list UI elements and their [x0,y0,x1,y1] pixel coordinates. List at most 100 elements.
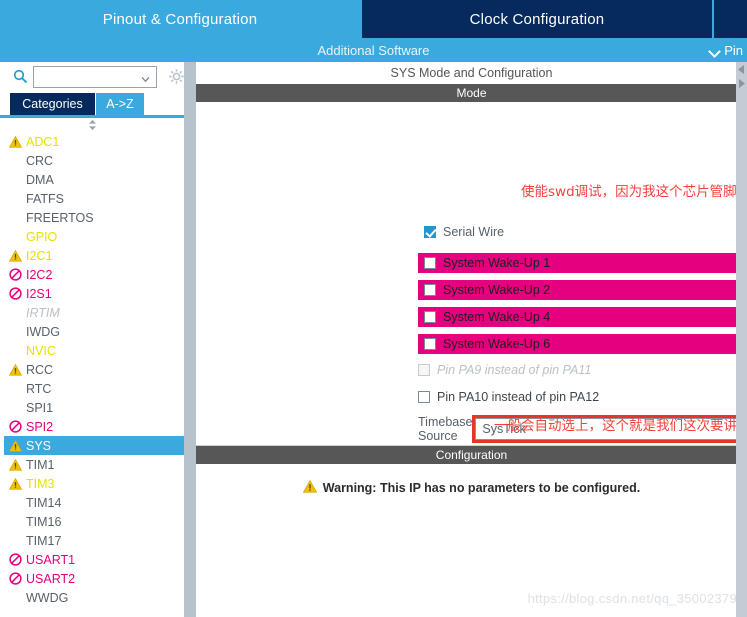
tab-clock-label: Clock Configuration [469,10,605,28]
system-wakeup-4-checkbox[interactable] [424,311,436,323]
configuration-section-header: Configuration [196,446,747,464]
sidebar-item-label: IRTIM [26,305,60,320]
configuration-section-body: Warning: This IP has no parameters to be… [196,464,747,617]
forbidden-icon [6,268,24,282]
tab-third-partial[interactable] [714,0,747,38]
sidebar-item-label: TIM3 [26,476,55,491]
gear-icon[interactable] [168,68,185,85]
sidebar-item-gpio[interactable]: GPIO [0,227,184,246]
pin-pa10-checkbox[interactable] [418,391,430,403]
warning-text: Warning: This IP has no parameters to be… [322,481,641,495]
pin-pa10-row[interactable]: Pin PA10 instead of pin PA12 [418,390,599,404]
sidebar-item-fatfs[interactable]: FATFS [0,189,184,208]
tab-a-to-z-label: A->Z [106,97,134,111]
main-tab-bar: Pinout & Configuration Clock Configurati… [0,0,747,38]
additional-software-button[interactable]: Additional Software [0,38,747,62]
sidebar-item-label: DMA [26,172,54,187]
system-wakeup-1-row[interactable]: System Wake-Up 1 [418,253,747,273]
annotation-top: 使能swd调试，因为我这个芯片管脚少，只支持swd调试 [521,184,747,200]
sidebar-item-sys[interactable]: SYS [0,436,184,455]
forbidden-icon [6,420,24,434]
sidebar-item-rtc[interactable]: RTC [0,379,184,398]
sidebar-item-tim1[interactable]: TIM1 [0,455,184,474]
serial-wire-row[interactable]: Serial Wire [424,225,504,239]
sidebar-item-tim14[interactable]: TIM14 [0,493,184,512]
no-icon [6,154,24,168]
system-wakeup-4-row[interactable]: System Wake-Up 4 [418,307,747,327]
scroll-down-icon[interactable] [737,78,746,89]
main-panel-scrollbar[interactable] [736,62,747,617]
sidebar-item-label: CRC [26,153,54,168]
system-wakeup-2-row[interactable]: System Wake-Up 2 [418,280,747,300]
category-tabs: Categories A->Z [0,93,190,115]
sidebar-item-label: I2S1 [26,286,52,301]
pin-pa9-label: Pin PA9 instead of pin PA11 [437,363,592,377]
sidebar-item-label: USART1 [26,552,76,567]
mode-section-header: Mode [196,84,747,102]
sort-updown-icon[interactable] [0,118,184,132]
sidebar-item-tim16[interactable]: TIM16 [0,512,184,531]
no-icon [6,306,24,320]
no-icon [6,230,24,244]
serial-wire-checkbox[interactable] [424,226,436,238]
sidebar-item-usart2[interactable]: USART2 [0,569,184,588]
sidebar-item-tim17[interactable]: TIM17 [0,531,184,550]
sidebar-item-spi2[interactable]: SPI2 [0,417,184,436]
system-wakeup-1-checkbox[interactable] [424,257,436,269]
warning-icon [6,477,24,491]
tab-categories[interactable]: Categories [10,93,95,115]
sidebar-item-i2c2[interactable]: I2C2 [0,265,184,284]
pin-pa10-label: Pin PA10 instead of pin PA12 [437,390,600,404]
tab-pinout-configuration[interactable]: Pinout & Configuration [0,0,360,38]
additional-software-label: Additional Software [317,42,430,58]
sidebar-item-label: NVIC [26,343,56,358]
panel-splitter[interactable] [184,62,196,617]
tab-a-to-z[interactable]: A->Z [96,93,144,115]
no-icon [6,382,24,396]
system-wakeup-2-label: System Wake-Up 2 [443,283,551,297]
system-wakeup-6-row[interactable]: System Wake-Up 6 [418,334,747,354]
tab-pinout-label: Pinout & Configuration [102,10,258,28]
sidebar-item-usart1[interactable]: USART1 [0,550,184,569]
sidebar-item-iwdg[interactable]: IWDG [0,322,184,341]
sidebar-left-edge [0,124,4,617]
pinout-view-label: Pin [724,42,743,58]
sidebar-item-crc[interactable]: CRC [0,151,184,170]
sidebar-item-label: SPI1 [26,400,54,415]
sidebar-item-nvic[interactable]: NVIC [0,341,184,360]
ip-sidebar: Categories A->Z ADC1 CRC DMA FATFS FREERTOS G… [0,62,190,617]
system-wakeup-6-label: System Wake-Up 6 [443,337,551,351]
sidebar-item-label: RTC [26,381,52,396]
chevron-down-icon [709,45,720,56]
sidebar-item-i2s1[interactable]: I2S1 [0,284,184,303]
sidebar-item-label: TIM14 [26,495,62,510]
sidebar-item-adc1[interactable]: ADC1 [0,132,184,151]
sidebar-item-label: TIM16 [26,514,62,529]
sidebar-item-label: TIM1 [26,457,55,472]
sidebar-item-label: WWDG [26,590,69,605]
system-wakeup-6-checkbox[interactable] [424,338,436,350]
sys-configuration-panel: SYS Mode and Configuration Mode Serial W… [196,62,747,617]
sidebar-item-freertos[interactable]: FREERTOS [0,208,184,227]
sidebar-item-label: USART2 [26,571,76,586]
tab-clock-configuration[interactable]: Clock Configuration [362,0,712,38]
sidebar-item-label: ADC1 [26,134,60,149]
sidebar-item-tim3[interactable]: TIM3 [0,474,184,493]
no-icon [6,534,24,548]
sidebar-item-spi1[interactable]: SPI1 [0,398,184,417]
no-icon [6,515,24,529]
sidebar-item-wwdg[interactable]: WWDG [0,588,184,607]
scroll-up-icon[interactable] [737,64,746,75]
pinout-view-toggle[interactable]: Pin [709,38,745,62]
sidebar-item-dma[interactable]: DMA [0,170,184,189]
configuration-section-label: Configuration [435,448,508,462]
sidebar-item-i2c1[interactable]: I2C1 [0,246,184,265]
sidebar-item-rcc[interactable]: RCC [0,360,184,379]
sidebar-item-label: SYS [26,438,52,453]
sidebar-item-irtim[interactable]: IRTIM [0,303,184,322]
search-input[interactable] [33,66,157,88]
splitter-grip[interactable] [186,340,194,370]
no-icon [6,344,24,358]
system-wakeup-2-checkbox[interactable] [424,284,436,296]
ip-list[interactable]: ADC1 CRC DMA FATFS FREERTOS GPIO I2C1 I2C2 I2S1 I… [0,118,185,617]
